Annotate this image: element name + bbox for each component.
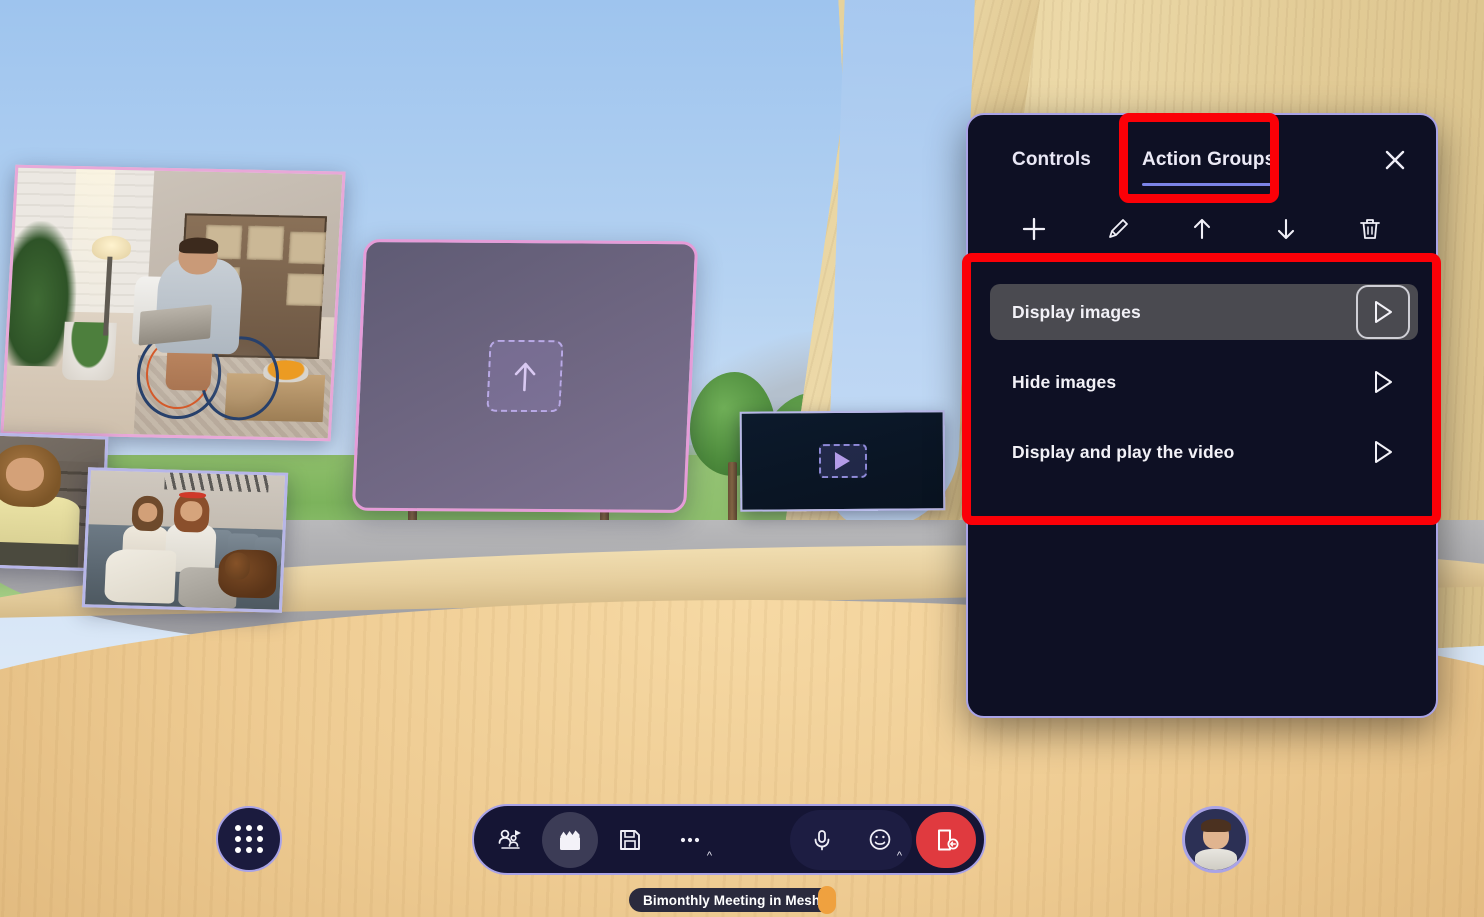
photo-content: [0, 167, 343, 439]
save-button[interactable]: [602, 812, 658, 868]
av-controls-group: ^: [790, 809, 912, 870]
smiley-icon: [869, 828, 891, 850]
tree-trunk: [728, 462, 737, 526]
arrow-up-icon: [1193, 218, 1211, 240]
action-groups-toolbar: [968, 207, 1436, 251]
upload-arrow-icon: [514, 362, 536, 392]
delete-action-group-button[interactable]: [1328, 207, 1412, 251]
move-up-button[interactable]: [1160, 207, 1244, 251]
more-options-button[interactable]: ^: [662, 812, 718, 868]
meeting-status-pill: [818, 886, 836, 914]
empty-video-slate[interactable]: [739, 410, 946, 512]
leave-door-icon: [938, 829, 959, 850]
people-button[interactable]: [482, 812, 538, 868]
reactions-button[interactable]: ^: [852, 812, 908, 868]
action-groups-list: Display images Hide images Display and p…: [980, 268, 1428, 514]
action-group-label: Display and play the video: [1012, 441, 1235, 462]
people-share-icon: [498, 829, 521, 849]
plus-icon: [1022, 217, 1046, 241]
action-groups-panel: Controls Action Groups Display images Hi…: [966, 113, 1438, 718]
avatar-hair: [1201, 818, 1231, 833]
play-icon: [1375, 301, 1392, 323]
microphone-icon: [814, 829, 830, 850]
scene-button[interactable]: [542, 811, 598, 868]
apps-button[interactable]: [216, 806, 282, 872]
photo-panel-couch[interactable]: [81, 467, 289, 613]
play-action-group-button[interactable]: [1356, 425, 1410, 479]
close-button[interactable]: [1380, 145, 1410, 175]
main-toolbar: ^ ^: [472, 804, 986, 875]
screen: Controls Action Groups Display images Hi…: [0, 0, 1484, 917]
photo-panel-wheelchair[interactable]: [0, 164, 346, 442]
microphone-button[interactable]: [794, 812, 850, 868]
empty-image-slate[interactable]: [351, 238, 699, 514]
arrow-down-icon: [1277, 218, 1295, 240]
action-group-label: Display images: [1012, 301, 1141, 322]
image-dropzone[interactable]: [486, 339, 564, 413]
add-action-group-button[interactable]: [992, 207, 1076, 251]
avatar-body: [1194, 849, 1238, 870]
app-grid-icon: [235, 825, 263, 853]
pencil-icon: [1109, 219, 1128, 238]
leave-button[interactable]: [916, 811, 976, 868]
ellipsis-icon: [680, 837, 700, 842]
close-icon: [1385, 150, 1405, 170]
chevron-up-icon: ^: [896, 849, 902, 862]
play-icon: [1375, 441, 1392, 463]
floppy-disk-icon: [620, 829, 640, 850]
meeting-title-label: Bimonthly Meeting in Mesh: [629, 888, 835, 912]
action-group-label: Hide images: [1012, 371, 1117, 392]
clapperboard-icon: [560, 829, 580, 850]
video-dropzone[interactable]: [818, 443, 867, 479]
user-avatar[interactable]: [1182, 806, 1249, 873]
play-icon: [834, 451, 851, 471]
tab-controls[interactable]: Controls: [1012, 149, 1091, 177]
action-group-row-display-images[interactable]: Display images: [990, 284, 1418, 340]
play-icon: [1375, 371, 1392, 393]
action-group-row-hide-images[interactable]: Hide images: [990, 354, 1418, 410]
panel-header: Controls Action Groups: [968, 115, 1436, 207]
action-group-row-display-and-play-the-video[interactable]: Display and play the video: [990, 424, 1418, 480]
tab-action-groups[interactable]: Action Groups: [1142, 149, 1276, 186]
play-action-group-button[interactable]: [1356, 355, 1410, 409]
play-action-group-button[interactable]: [1356, 285, 1410, 339]
move-down-button[interactable]: [1244, 207, 1328, 251]
edit-action-group-button[interactable]: [1076, 207, 1160, 251]
photo-content: [84, 468, 286, 610]
chevron-up-icon: ^: [706, 849, 712, 862]
trash-icon: [1360, 219, 1380, 239]
